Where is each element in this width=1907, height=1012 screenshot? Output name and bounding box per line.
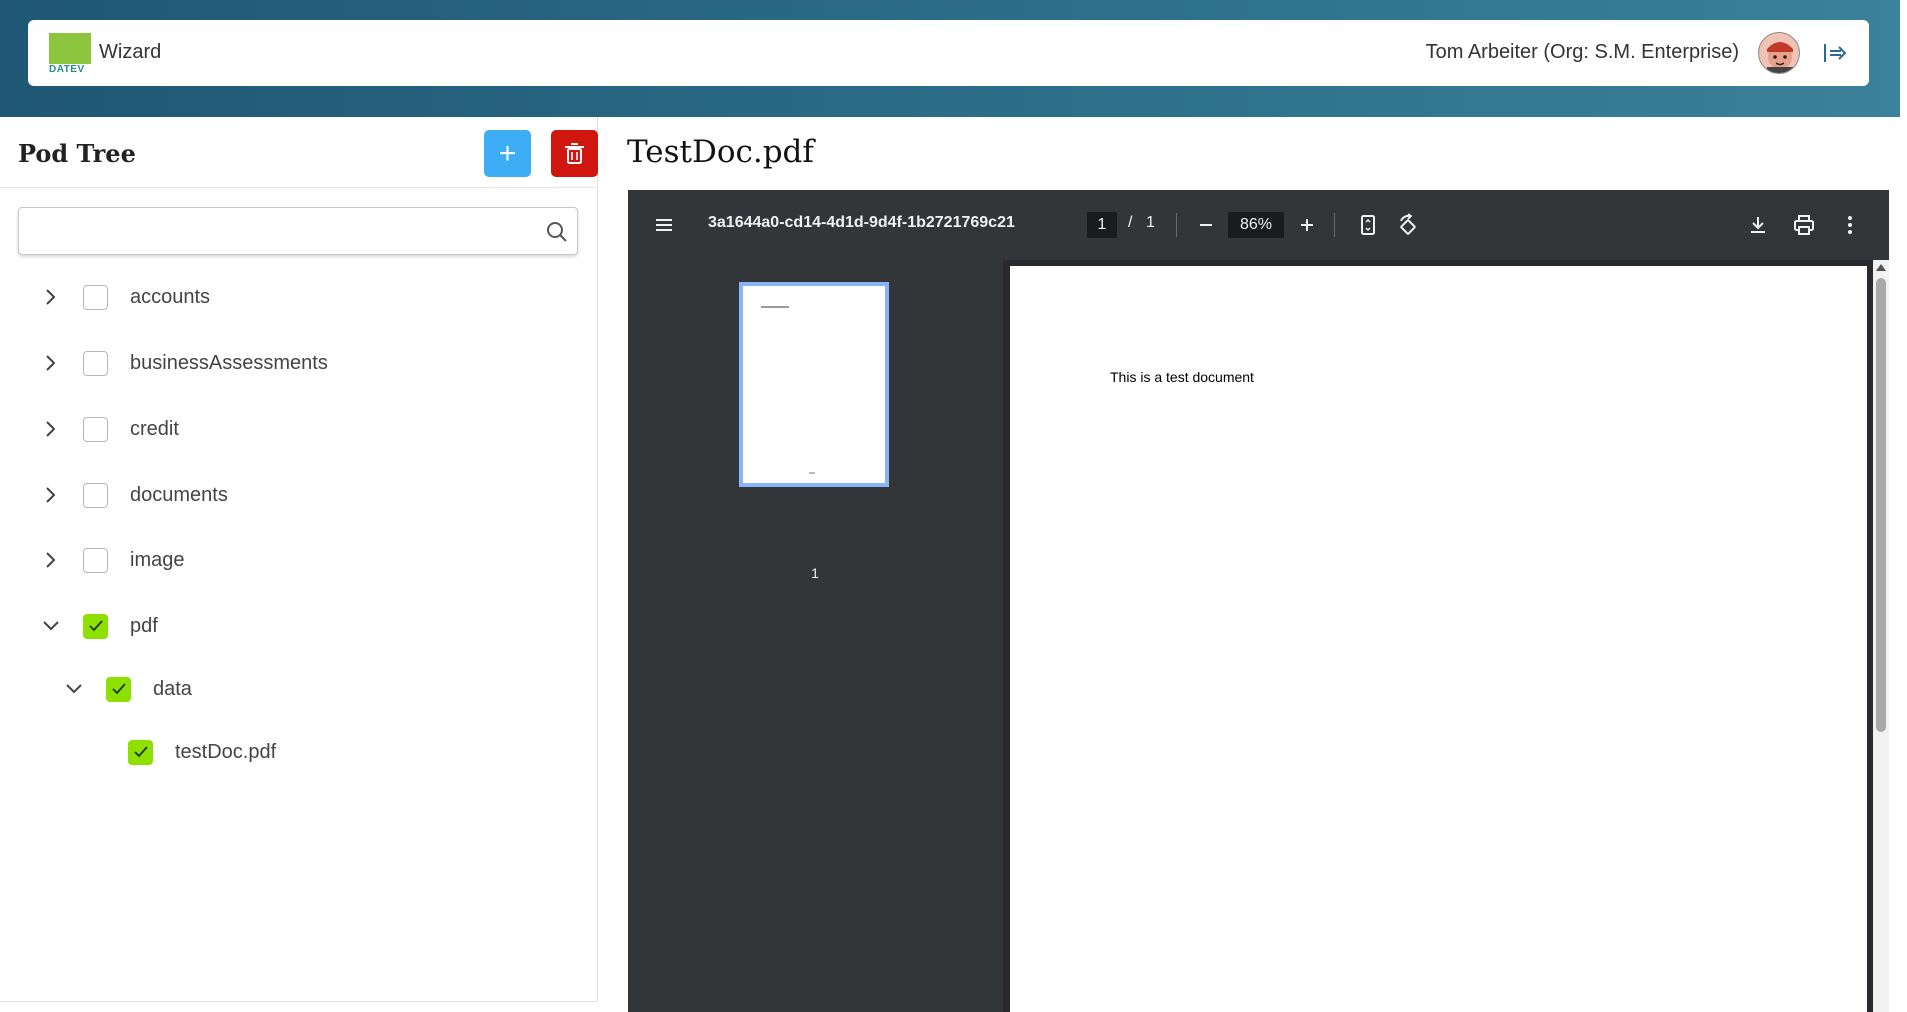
toolbar-divider: [1334, 213, 1335, 237]
tree-item-accounts[interactable]: accounts: [41, 277, 210, 317]
add-button[interactable]: +: [484, 130, 531, 177]
tree-checkbox[interactable]: [83, 350, 108, 376]
logo-text: DATEV: [49, 64, 85, 75]
check-icon: [111, 683, 126, 695]
app-header: DATEV Wizard Tom Arbeiter (Org: S.M. Ent…: [28, 20, 1869, 86]
chevron-down-icon[interactable]: [41, 616, 61, 636]
tree-item-pdf[interactable]: pdf: [41, 606, 158, 646]
window-edge: [1900, 0, 1907, 1012]
tree-item-testdoc[interactable]: testDoc.pdf: [128, 732, 276, 772]
thumbnail-footer-line: [809, 472, 815, 474]
zoom-input[interactable]: 86%: [1228, 212, 1284, 238]
logout-icon[interactable]: [1819, 38, 1849, 68]
menu-icon[interactable]: [652, 213, 676, 237]
search-icon[interactable]: [545, 220, 569, 244]
tree-item-businessassessments[interactable]: businessAssessments: [41, 343, 328, 383]
search-input[interactable]: [29, 208, 529, 252]
tree-item-label: credit: [130, 417, 179, 440]
rotate-icon[interactable]: [1396, 213, 1420, 237]
chevron-down-icon[interactable]: [64, 679, 84, 699]
pdf-viewer: 3a1644a0-cd14-4d1d-9d4f-1b2721769c21 1 /…: [628, 190, 1889, 1012]
tree-checkbox[interactable]: [83, 284, 108, 310]
tree-item-data[interactable]: data: [64, 669, 192, 709]
check-icon: [133, 746, 148, 758]
page-thumbnail[interactable]: [739, 282, 889, 487]
check-icon: [88, 620, 103, 632]
print-icon[interactable]: [1792, 213, 1816, 237]
more-options-icon[interactable]: [1838, 213, 1862, 237]
app-title: Wizard: [99, 41, 162, 63]
page-number-input[interactable]: 1: [1087, 212, 1117, 238]
chevron-right-icon[interactable]: [41, 485, 61, 505]
thumbnail-sidebar: 1: [628, 260, 1003, 1012]
chevron-right-icon[interactable]: [41, 419, 61, 439]
chevron-right-icon[interactable]: [41, 550, 61, 570]
tree-item-label: data: [153, 677, 192, 700]
zoom-out-icon[interactable]: [1194, 213, 1218, 237]
search-box[interactable]: [18, 207, 578, 255]
pod-tree-title: Pod Tree: [18, 139, 136, 168]
trash-icon: [565, 143, 584, 164]
tree-item-label: image: [130, 548, 185, 571]
pdf-file-name: 3a1644a0-cd14-4d1d-9d4f-1b2721769c21: [708, 214, 1015, 231]
tree-checkbox[interactable]: [83, 416, 108, 442]
tree-checkbox-checked[interactable]: [106, 676, 131, 702]
zoom-in-icon[interactable]: [1295, 213, 1319, 237]
plus-icon: +: [498, 136, 517, 170]
tree-item-label: documents: [130, 483, 228, 506]
tree-checkbox-checked[interactable]: [83, 613, 108, 639]
pdf-page-text: This is a test document: [1110, 369, 1254, 385]
chevron-right-icon[interactable]: [41, 353, 61, 373]
pod-tree-panel: Pod Tree + accounts businessAssessments: [0, 117, 598, 1002]
tree-item-label: businessAssessments: [130, 351, 328, 374]
logo-square: [49, 33, 91, 64]
tree-item-label: testDoc.pdf: [175, 740, 277, 763]
tree-checkbox-checked[interactable]: [128, 739, 153, 765]
tree-item-label: pdf: [130, 614, 158, 637]
toolbar-divider: [1176, 213, 1177, 237]
tree-item-label: accounts: [130, 285, 211, 308]
chevron-right-icon[interactable]: [41, 287, 61, 307]
avatar[interactable]: [1758, 32, 1800, 74]
tree-item-image[interactable]: image: [41, 540, 184, 580]
scroll-up-arrow-icon[interactable]: [1876, 264, 1886, 271]
tree-item-documents[interactable]: documents: [41, 475, 228, 515]
scrollbar-thumb[interactable]: [1876, 278, 1886, 732]
datev-logo[interactable]: DATEV: [49, 33, 91, 75]
user-name: Tom Arbeiter (Org: S.M. Enterprise): [1425, 41, 1739, 63]
thumbnail-text-line: [761, 306, 789, 308]
divider: [0, 187, 598, 188]
document-title: TestDoc.pdf: [627, 134, 814, 170]
download-icon[interactable]: [1746, 213, 1770, 237]
thumbnail-page-number: 1: [811, 565, 819, 581]
total-pages: 1: [1146, 214, 1155, 231]
tree-checkbox[interactable]: [83, 547, 108, 573]
fit-page-icon[interactable]: [1356, 213, 1380, 237]
pdf-toolbar: 3a1644a0-cd14-4d1d-9d4f-1b2721769c21 1 /…: [628, 190, 1889, 260]
delete-button[interactable]: [551, 130, 598, 177]
pdf-page: This is a test document: [1010, 266, 1867, 1012]
page-separator: /: [1128, 214, 1133, 231]
tree-checkbox[interactable]: [83, 482, 108, 508]
tree-item-credit[interactable]: credit: [41, 409, 179, 449]
scrollbar[interactable]: [1873, 260, 1889, 1012]
